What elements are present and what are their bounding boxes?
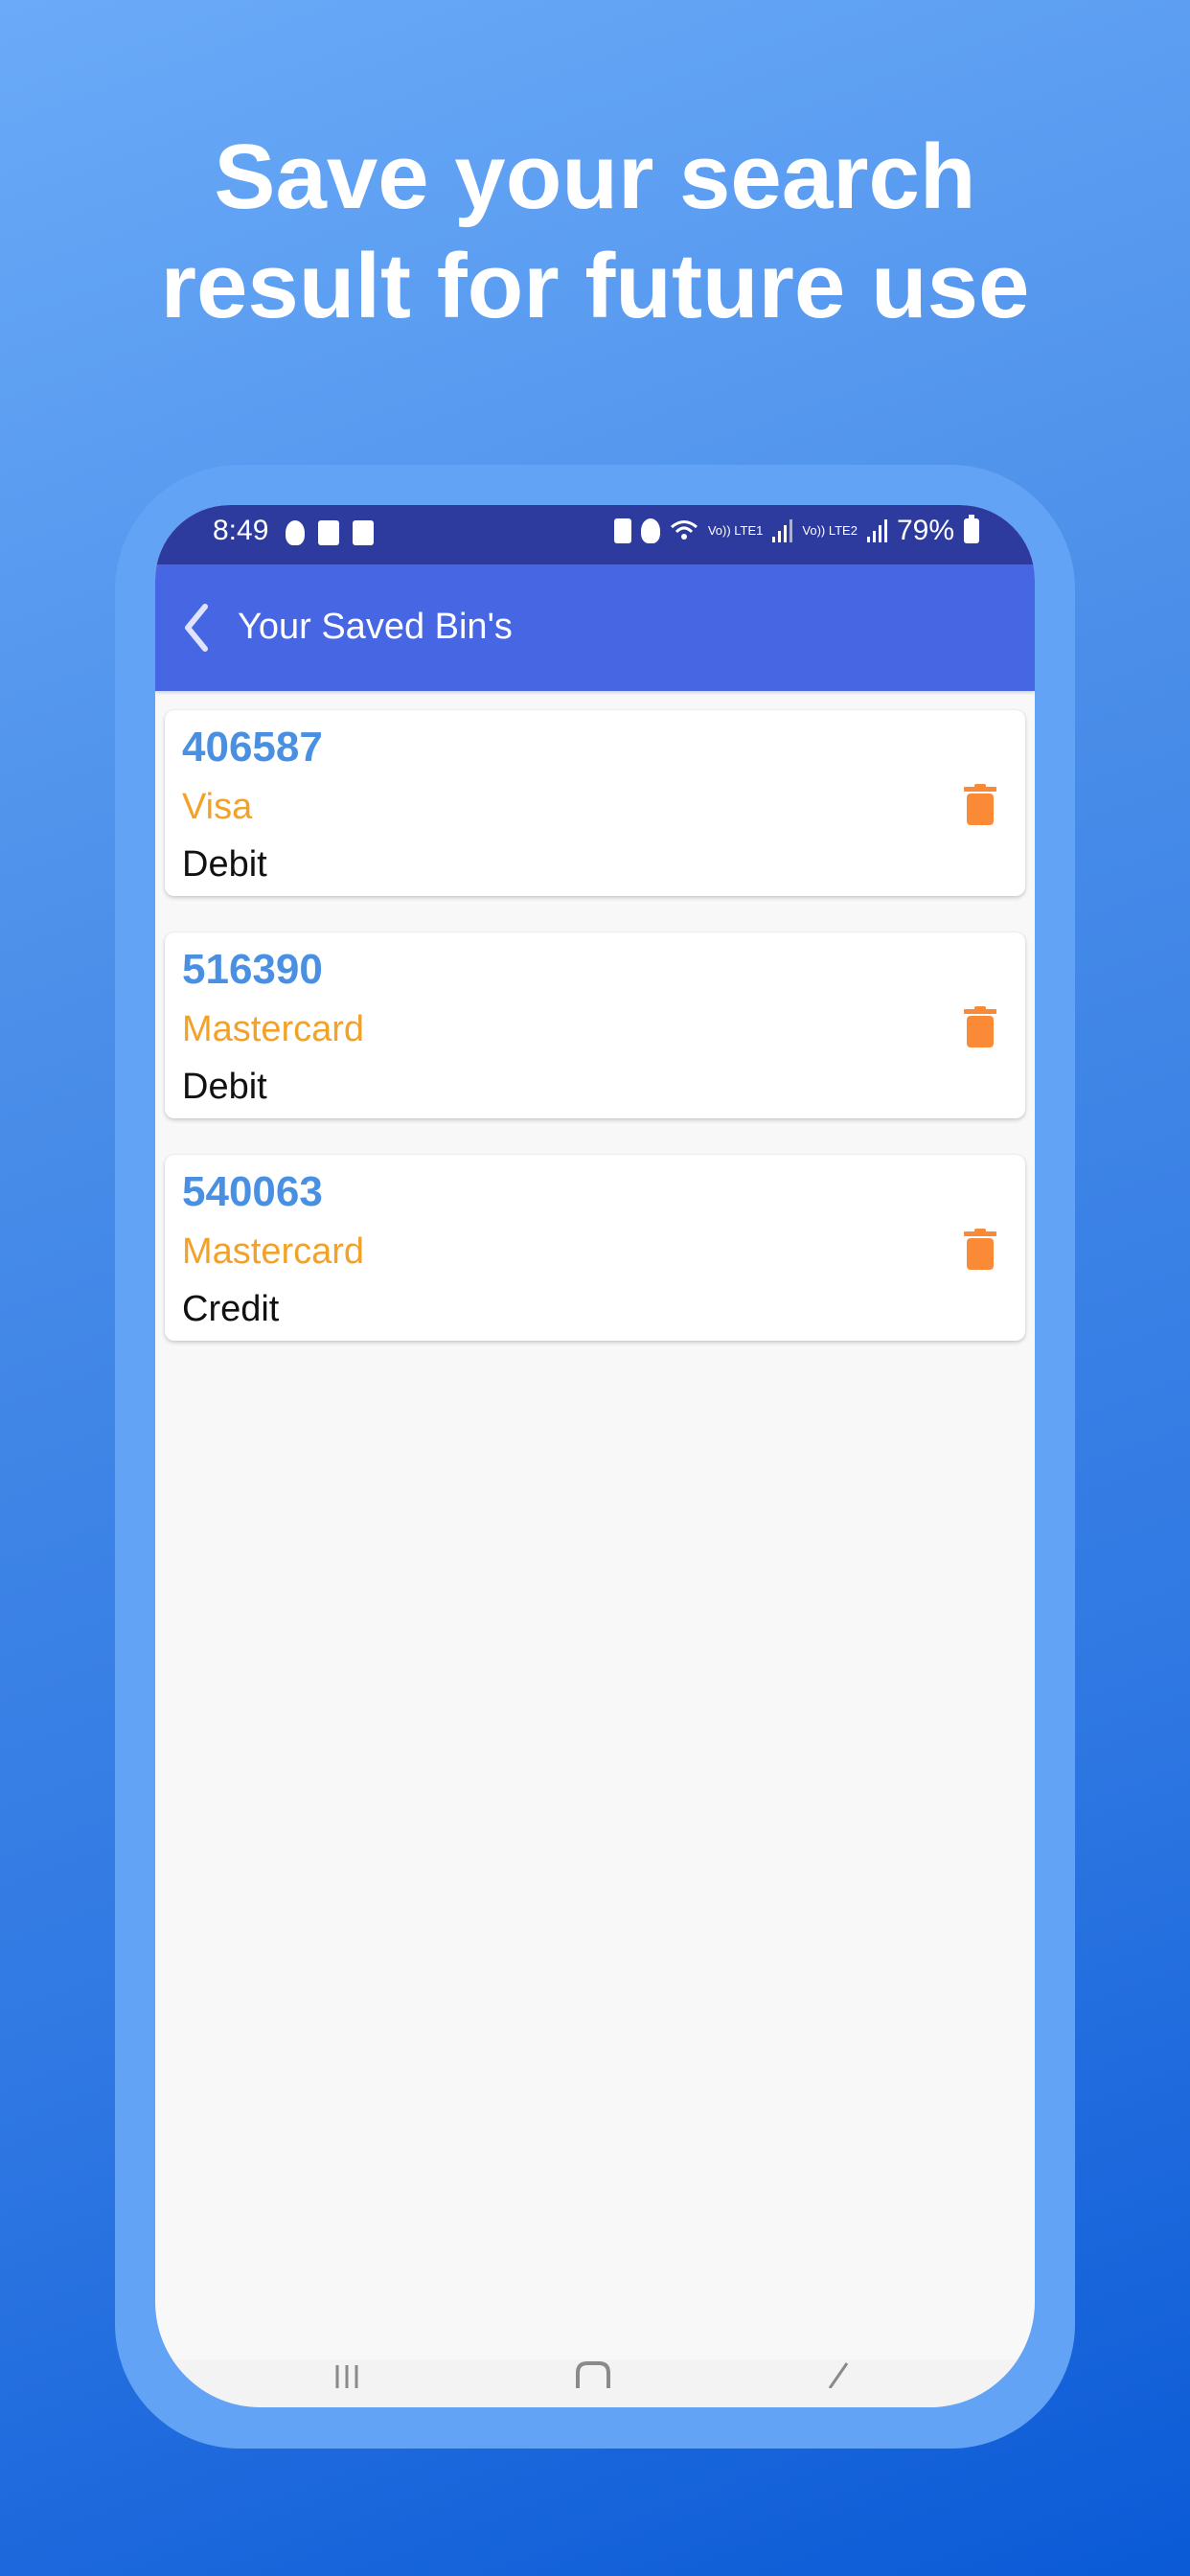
battery-saver-icon [613,518,631,543]
alarm-icon [640,518,660,543]
wifi-icon [670,520,698,540]
accessibility-icon [286,520,305,545]
card-type: Debit [182,1067,267,1107]
card-brand: Visa [182,787,253,827]
back-button[interactable] [174,599,222,656]
bin-number: 540063 [182,1168,323,1215]
card-brand: Mastercard [182,1231,365,1272]
bin-number: 406587 [182,724,323,770]
back-icon[interactable] [824,2359,853,2388]
network-2-label: Vo)) LTE2 [802,523,858,538]
saved-bin-card[interactable]: 540063 Mastercard Credit [165,1155,1025,1341]
trash-icon [964,784,996,825]
gallery-icon [353,520,374,545]
status-bar: 8:49 Vo)) LTE1 Vo)) LTE2 79% [155,505,1035,564]
saved-bins-list: 406587 Visa Debit 516390 Mastercard Debi… [165,710,1025,1377]
promo-headline: Save your search result for future use [0,123,1190,341]
saved-bin-card[interactable]: 516390 Mastercard Debit [165,932,1025,1118]
network-1-label: Vo)) LTE1 [707,523,764,538]
headline-line-1: Save your search [214,126,976,228]
battery-percent: 79% [896,515,954,546]
recent-apps-icon[interactable] [330,2359,368,2388]
signal-2-icon [866,519,887,542]
battery-icon [964,515,979,543]
chevron-left-icon [185,604,208,652]
app-bar: Your Saved Bin's [155,564,1035,691]
card-type: Debit [182,844,267,885]
phone-screen: 8:49 Vo)) LTE1 Vo)) LTE2 79% Your Saved … [155,505,1035,2407]
headline-line-2: result for future use [160,235,1030,337]
signal-1-icon [772,519,793,542]
bin-number: 516390 [182,946,323,993]
home-icon[interactable] [572,2359,614,2388]
card-brand: Mastercard [182,1009,365,1049]
delete-button[interactable] [964,1228,996,1270]
system-nav-bar [155,2359,1035,2407]
page-title: Your Saved Bin's [238,607,513,647]
trash-icon [964,1006,996,1047]
clock-app-icon [318,520,339,545]
trash-icon [964,1229,996,1270]
card-type: Credit [182,1289,280,1329]
delete-button[interactable] [964,1005,996,1047]
status-time: 8:49 [213,515,269,546]
saved-bin-card[interactable]: 406587 Visa Debit [165,710,1025,896]
delete-button[interactable] [964,783,996,825]
